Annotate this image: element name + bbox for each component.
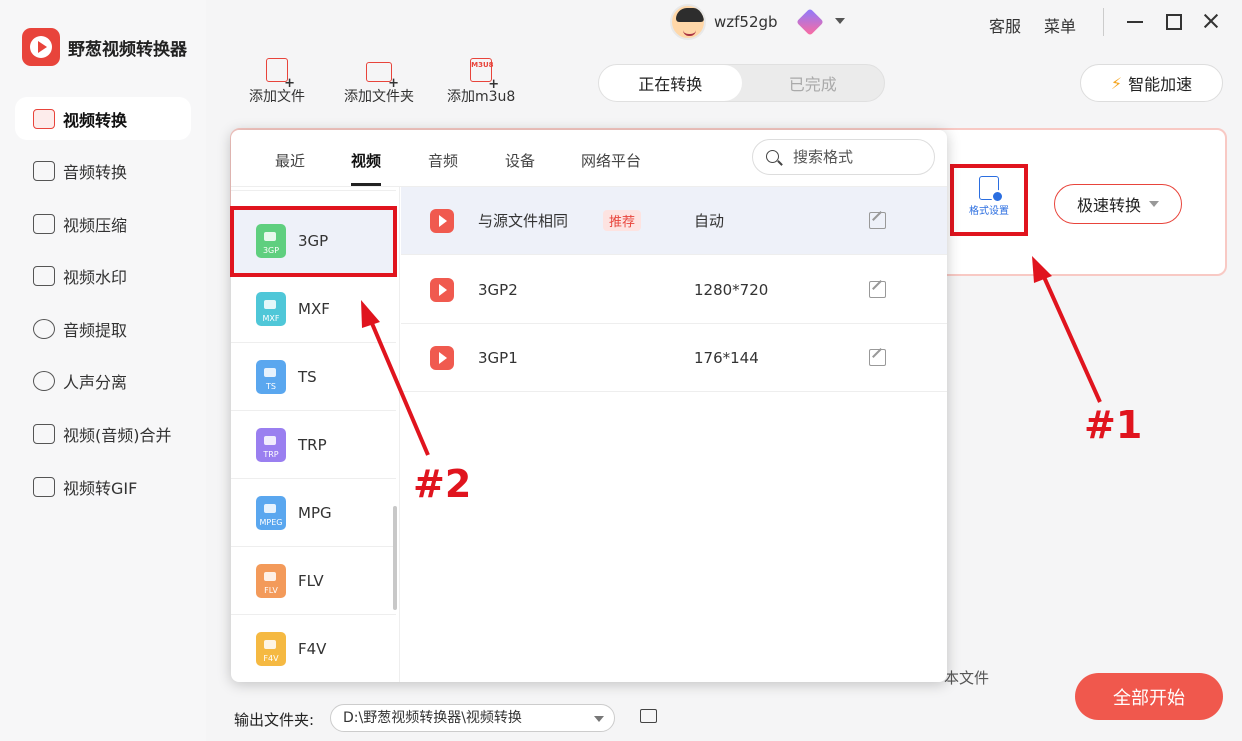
annotation-label-1: #1 bbox=[1084, 403, 1143, 447]
annotation-arrow-1 bbox=[1038, 267, 1102, 403]
annotation-arrow-2 bbox=[366, 313, 430, 456]
annotation-label-2: #2 bbox=[413, 462, 472, 506]
annotation-arrowhead-1 bbox=[1032, 256, 1052, 283]
annotation-arrowhead-2 bbox=[361, 300, 380, 328]
app-window: 野葱视频转换器 视频转换 音频转换 视频压缩 视频水印 音频提取 人声分离 视频… bbox=[0, 0, 1242, 741]
annotation-arrows bbox=[361, 256, 1102, 456]
